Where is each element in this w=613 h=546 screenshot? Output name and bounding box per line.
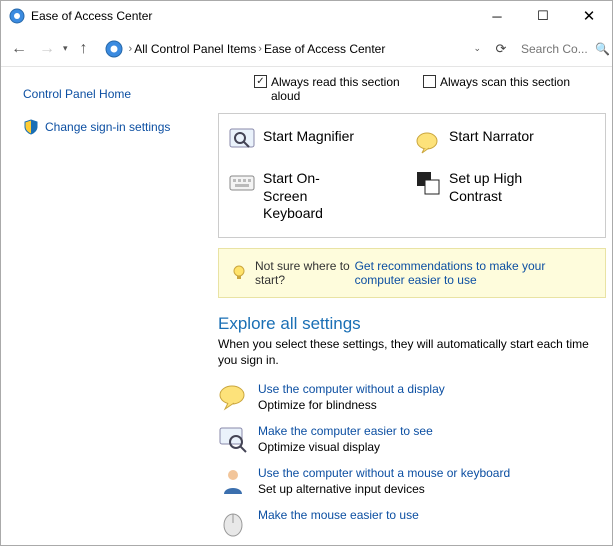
history-dropdown[interactable]: ▾ — [63, 43, 68, 54]
control-panel-home-link[interactable]: Control Panel Home — [23, 87, 206, 101]
breadcrumb-item-all[interactable]: All Control Panel Items — [134, 42, 256, 56]
start-magnifier[interactable]: Start Magnifier — [229, 128, 409, 154]
minimize-button[interactable]: ─ — [474, 1, 520, 31]
cat-without-mouse-keyboard: Use the computer without a mouse or keyb… — [218, 466, 606, 496]
cat-link-0[interactable]: Use the computer without a display — [258, 382, 445, 396]
magnifier-label: Start Magnifier — [263, 128, 354, 146]
shield-icon — [23, 119, 39, 135]
close-button[interactable]: ✕ — [566, 1, 612, 31]
mouse-icon — [218, 508, 248, 538]
osk-label: Start On-Screen Keyboard — [263, 170, 353, 223]
always-read-label: Always read this section aloud — [271, 75, 411, 103]
forward-button[interactable]: → — [35, 37, 59, 61]
control-panel-icon — [105, 40, 123, 58]
hint-question: Not sure where to start? — [255, 259, 352, 287]
titlebar: Ease of Access Center ─ ☐ ✕ — [1, 1, 612, 31]
monitor-magnifier-icon — [218, 424, 248, 454]
settings-category-list: Use the computer without a display Optim… — [218, 382, 606, 538]
lightbulb-icon — [231, 265, 247, 281]
window-title: Ease of Access Center — [31, 9, 474, 23]
explore-heading: Explore all settings — [218, 314, 606, 334]
chevron-right-icon: › — [129, 43, 133, 55]
change-signin-label: Change sign-in settings — [45, 120, 170, 134]
address-dropdown[interactable]: ⌄ — [473, 43, 481, 54]
setup-high-contrast[interactable]: Set up High Contrast — [415, 170, 595, 223]
refresh-button[interactable]: ⟳ — [490, 41, 512, 57]
cat-mouse-easier: Make the mouse easier to use — [218, 508, 606, 538]
explore-subtext: When you select these settings, they wil… — [218, 336, 606, 368]
back-button[interactable]: ← — [7, 37, 31, 61]
cat-link-1[interactable]: Make the computer easier to see — [258, 424, 433, 438]
hint-link[interactable]: Get recommendations to make your compute… — [355, 259, 593, 287]
up-button[interactable]: ↑ — [72, 37, 96, 61]
breadcrumb[interactable]: › All Control Panel Items › Ease of Acce… — [100, 36, 486, 62]
cat-easier-to-see: Make the computer easier to see Optimize… — [218, 424, 606, 454]
always-read-checkbox[interactable]: ✓ Always read this section aloud — [254, 75, 411, 103]
content-area: Control Panel Home Change sign-in settin… — [1, 67, 612, 545]
app-icon — [9, 8, 25, 24]
main-panel[interactable]: ✓ Always read this section aloud Always … — [216, 67, 612, 545]
cat-desc-1: Optimize visual display — [258, 440, 433, 454]
checkbox-empty-icon — [423, 75, 436, 88]
keyboard-icon — [229, 170, 255, 196]
search-box[interactable]: 🔍 — [516, 38, 606, 60]
speech-bubble-icon — [218, 382, 248, 412]
search-icon: 🔍 — [595, 42, 610, 56]
narrator-icon — [415, 128, 441, 154]
quick-checkboxes: ✓ Always read this section aloud Always … — [218, 71, 606, 113]
magnifier-icon — [229, 128, 255, 154]
cat-desc-0: Optimize for blindness — [258, 398, 445, 412]
chevron-right-icon: › — [258, 43, 262, 55]
cat-without-display: Use the computer without a display Optim… — [218, 382, 606, 412]
maximize-button[interactable]: ☐ — [520, 1, 566, 31]
start-osk[interactable]: Start On-Screen Keyboard — [229, 170, 409, 223]
left-nav: Control Panel Home Change sign-in settin… — [1, 67, 216, 545]
start-narrator[interactable]: Start Narrator — [415, 128, 595, 154]
narrator-label: Start Narrator — [449, 128, 534, 146]
cat-desc-2: Set up alternative input devices — [258, 482, 510, 496]
search-input[interactable] — [521, 42, 593, 56]
checkbox-checked-icon: ✓ — [254, 75, 267, 88]
always-scan-label: Always scan this section — [440, 75, 570, 89]
breadcrumb-item-ease[interactable]: Ease of Access Center — [264, 42, 385, 56]
person-icon — [218, 466, 248, 496]
contrast-label: Set up High Contrast — [449, 170, 539, 205]
always-scan-checkbox[interactable]: Always scan this section — [423, 75, 570, 103]
change-signin-link[interactable]: Change sign-in settings — [23, 119, 206, 135]
toolbar: ← → ▾ ↑ › All Control Panel Items › Ease… — [1, 31, 612, 67]
contrast-icon — [415, 170, 441, 196]
cat-link-2[interactable]: Use the computer without a mouse or keyb… — [258, 466, 510, 480]
quick-tools-panel: Start Magnifier Start Narrator Start On-… — [218, 113, 606, 238]
recommendation-hint: Not sure where to start? Get recommendat… — [218, 248, 606, 298]
cat-link-3[interactable]: Make the mouse easier to use — [258, 508, 419, 522]
